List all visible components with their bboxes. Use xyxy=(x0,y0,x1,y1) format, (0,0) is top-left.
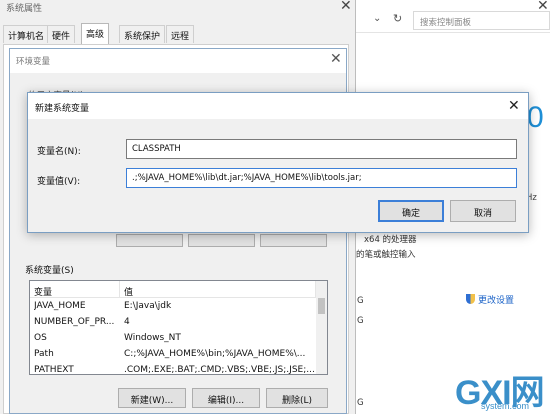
window-title: 环境变量 xyxy=(16,57,51,67)
close-icon[interactable]: ✕ xyxy=(330,51,342,67)
change-settings-label: 更改设置 xyxy=(478,296,515,306)
title-bar xyxy=(28,93,528,119)
search-input[interactable]: 搜索控制面板 xyxy=(413,11,550,30)
system-variables-list[interactable]: 变量 值 JAVA_HOME E:\Java\jdk NUMBER_OF_PR.… xyxy=(29,280,328,375)
tab-hardware[interactable]: 硬件 xyxy=(47,25,76,43)
variable-name: Path xyxy=(34,349,54,359)
variable-value: .COM;.EXE;.BAT;.CMD;.VBS;.VBE;.JS;.JSE;.… xyxy=(124,365,314,375)
variable-value: C:;%JAVA_HOME%\bin;%JAVA_HOME%\... xyxy=(124,349,306,359)
column-header-value[interactable]: 值 xyxy=(120,281,316,298)
system-variables-label: 系统变量(S) xyxy=(25,266,74,276)
user-edit-button[interactable] xyxy=(188,234,255,247)
window-title: 系统属性 xyxy=(6,4,43,14)
variable-name-field[interactable]: CLASSPATH xyxy=(126,139,517,159)
info-fragment: G xyxy=(357,316,364,326)
delete-button[interactable]: 删除(L) xyxy=(266,388,328,408)
new-system-variable-dialog: 新建系统变量 ✕ 变量名(N): CLASSPATH 变量值(V): .;%JA… xyxy=(27,92,529,233)
watermark-sub: system.com xyxy=(481,401,530,411)
variable-value-label: 变量值(V): xyxy=(37,177,81,187)
table-row[interactable]: NUMBER_OF_PR... 4 xyxy=(30,315,316,330)
shield-icon xyxy=(466,294,475,304)
cancel-button[interactable]: 取消 xyxy=(450,200,516,222)
close-icon[interactable]: ✕ xyxy=(508,98,520,114)
user-new-button[interactable] xyxy=(116,234,183,247)
close-icon[interactable]: ✕ xyxy=(340,0,352,14)
variable-name: PATHEXT xyxy=(34,365,74,375)
title-bar xyxy=(10,49,346,73)
scrollbar-thumb[interactable] xyxy=(318,298,325,314)
variable-name-label: 变量名(N): xyxy=(37,147,81,157)
tab-system-protection[interactable]: 系统保护 xyxy=(119,25,166,43)
tab-advanced[interactable]: 高级 xyxy=(81,23,110,44)
close-icon[interactable]: ✕ xyxy=(537,0,549,14)
variable-value: 4 xyxy=(124,317,130,327)
variable-name: NUMBER_OF_PR... xyxy=(34,317,115,327)
table-row[interactable]: Path C:;%JAVA_HOME%\bin;%JAVA_HOME%\... xyxy=(30,347,316,362)
variable-value-field[interactable]: .;%JAVA_HOME%\lib\dt.jar;%JAVA_HOME%\lib… xyxy=(126,168,517,188)
chevron-down-icon[interactable]: ⌄ xyxy=(373,13,381,24)
column-header-variable[interactable]: 变量 xyxy=(30,281,120,298)
variable-name: OS xyxy=(34,333,47,343)
tab-remote[interactable]: 远程 xyxy=(166,25,195,43)
system-type-text: x64 的处理器 xyxy=(364,235,417,245)
change-settings-link[interactable]: 更改设置 xyxy=(466,293,514,306)
windows-version-number: 0 xyxy=(527,101,544,134)
new-button[interactable]: 新建(W)... xyxy=(118,388,186,408)
table-row[interactable]: PATHEXT .COM;.EXE;.BAT;.CMD;.VBS;.VBE;.J… xyxy=(30,363,316,375)
info-fragment: G xyxy=(357,296,364,306)
pen-touch-text: 的笔或触控输入 xyxy=(356,250,416,260)
watermark-logo: GXI网 system.com xyxy=(455,365,550,414)
variable-name: JAVA_HOME xyxy=(34,301,86,311)
vertical-scrollbar[interactable] xyxy=(316,281,327,374)
info-fragment: G xyxy=(357,398,364,408)
ok-button[interactable]: 确定 xyxy=(378,200,444,222)
tab-computer-name[interactable]: 计算机名 xyxy=(3,25,50,43)
dialog-title: 新建系统变量 xyxy=(35,104,90,114)
table-row[interactable]: JAVA_HOME E:\Java\jdk xyxy=(30,299,316,314)
user-delete-button[interactable] xyxy=(260,234,327,247)
edit-button[interactable]: 编辑(I)... xyxy=(192,388,260,408)
variable-value: Windows_NT xyxy=(124,333,181,343)
table-row[interactable]: OS Windows_NT xyxy=(30,331,316,346)
refresh-icon[interactable]: ↻ xyxy=(393,12,402,25)
variable-value: E:\Java\jdk xyxy=(124,301,172,311)
